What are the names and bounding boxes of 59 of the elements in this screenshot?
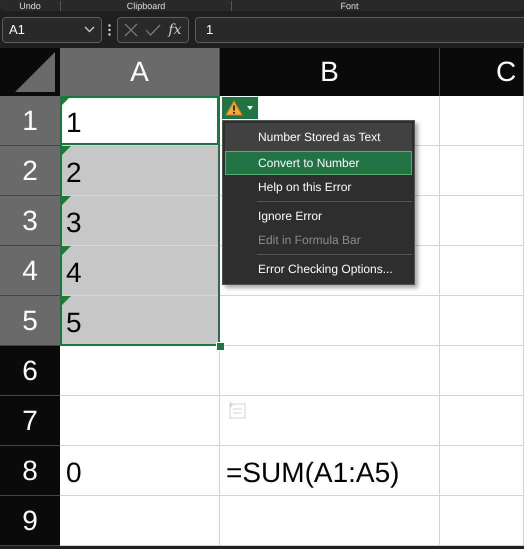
table-cell[interactable]: 3 (60, 196, 220, 246)
cell-value: 4 (66, 257, 82, 289)
column-header[interactable]: B (220, 48, 440, 96)
warning-icon (225, 100, 243, 116)
table-cell[interactable] (440, 246, 524, 296)
caret-icon (247, 106, 253, 110)
row-header[interactable]: 8 (0, 446, 60, 496)
menu-item[interactable]: Help on this Error (225, 175, 412, 199)
cell-value: =SUM(A1:A5) (226, 457, 400, 489)
row-header[interactable]: 3 (0, 196, 60, 246)
more-icon[interactable] (108, 24, 111, 36)
row-header[interactable]: 4 (0, 246, 60, 296)
name-box[interactable]: A1 (2, 16, 102, 42)
formula-input-field[interactable]: 1 (195, 16, 524, 42)
menu-item[interactable]: Ignore Error (225, 204, 412, 228)
cell-value: 1 (66, 107, 82, 139)
cell-value: 0 (66, 457, 82, 489)
error-smart-tag-button[interactable] (222, 97, 258, 119)
table-cell[interactable] (60, 496, 220, 546)
menu-header: Number Stored as Text (225, 123, 412, 151)
ribbon-group-label: Clipboard (126, 0, 166, 10)
check-icon[interactable] (145, 24, 162, 36)
table-cell[interactable] (220, 496, 440, 546)
table-cell[interactable] (440, 396, 524, 446)
table-cell[interactable] (60, 396, 220, 446)
table-cell[interactable] (440, 296, 524, 346)
row-header[interactable]: 6 (0, 346, 60, 396)
table-cell[interactable]: 4 (60, 246, 220, 296)
quick-analysis-icon (227, 400, 247, 420)
table-cell[interactable]: 5 (60, 296, 220, 346)
table-cell[interactable] (440, 346, 524, 396)
menu-item[interactable]: Convert to Number (225, 151, 412, 175)
row-header[interactable]: 5 (0, 296, 60, 346)
column-header[interactable]: C (440, 48, 524, 96)
column-header[interactable]: A (60, 48, 220, 96)
ribbon-group-label: Font (340, 0, 358, 10)
table-cell[interactable] (440, 146, 524, 196)
row-header[interactable]: 9 (0, 496, 60, 546)
table-cell[interactable] (440, 96, 524, 146)
ribbon-group-label: Undo (19, 0, 41, 10)
row-header[interactable]: 7 (0, 396, 60, 446)
table-cell[interactable] (440, 446, 524, 496)
table-cell[interactable] (440, 196, 524, 246)
table-cell[interactable]: 2 (60, 146, 220, 196)
row-header[interactable]: 2 (0, 146, 60, 196)
chevron-down-icon (84, 26, 95, 33)
table-cell[interactable]: =SUM(A1:A5) (220, 446, 440, 496)
cell-value: 5 (66, 307, 82, 339)
row-header[interactable]: 1 (0, 96, 60, 146)
insert-function-button[interactable]: fx (168, 22, 182, 38)
table-cell[interactable] (220, 396, 440, 446)
cancel-icon[interactable] (124, 22, 138, 36)
menu-item[interactable]: Error Checking Options... (225, 257, 412, 281)
table-cell[interactable] (440, 496, 524, 546)
select-all-icon[interactable] (15, 52, 55, 92)
table-cell[interactable]: 0 (60, 446, 220, 496)
fill-handle[interactable] (216, 342, 225, 351)
cell-value: 3 (66, 207, 82, 239)
cell-value: 2 (66, 157, 82, 189)
